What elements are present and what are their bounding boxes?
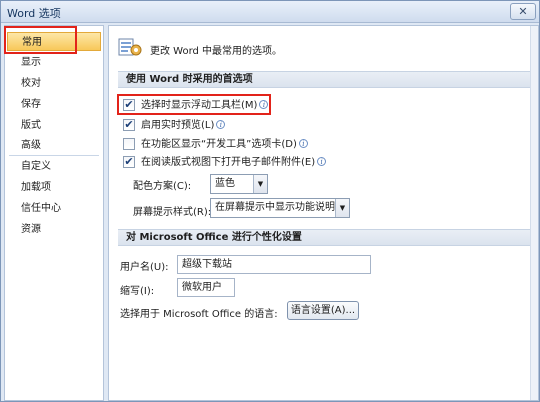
email-attachments-checkbox[interactable]: ✔ <box>123 156 135 168</box>
info-icon[interactable]: i <box>317 157 327 166</box>
developer-tab-checkbox[interactable] <box>123 138 135 150</box>
initials-label: 缩写(I): <box>120 286 155 297</box>
section-header-personalize: 对 Microsoft Office 进行个性化设置 <box>118 229 532 246</box>
language-label: 选择用于 Microsoft Office 的语言: <box>120 309 278 320</box>
close-button[interactable]: ✕ <box>510 3 536 20</box>
color-scheme-value: 蓝色 <box>215 178 235 189</box>
tooltip-style-select[interactable]: 在屏幕提示中显示功能说明 ▼ <box>210 198 350 218</box>
annotation-highlight-floating-toolbar <box>117 94 271 115</box>
live-preview-checkbox[interactable]: ✔ <box>123 119 135 131</box>
sidebar-item-save[interactable]: 保存 <box>7 95 101 114</box>
options-sidebar: 常用 显示 校对 保存 版式 高级 自定义 加载项 信任中心 资源 <box>4 25 104 401</box>
content-scrollbar[interactable] <box>530 26 538 400</box>
options-header-icon <box>118 38 142 56</box>
username-label: 用户名(U): <box>120 262 169 273</box>
color-scheme-label: 配色方案(C): <box>133 181 192 192</box>
sidebar-item-add-ins[interactable]: 加载项 <box>7 178 101 197</box>
chevron-down-icon: ▼ <box>253 175 267 193</box>
username-input[interactable]: 超级下载站 <box>177 255 371 274</box>
tooltip-style-label: 屏幕提示样式(R): <box>133 207 212 218</box>
sidebar-item-display[interactable]: 显示 <box>7 53 101 72</box>
annotation-highlight-popular <box>4 26 77 54</box>
tooltip-style-value: 在屏幕提示中显示功能说明 <box>215 202 335 213</box>
live-preview-label: 启用实时预览(L) <box>141 120 215 131</box>
sidebar-item-resources[interactable]: 资源 <box>7 220 101 239</box>
info-icon[interactable]: i <box>298 139 308 148</box>
email-attachments-label: 在阅读版式视图下打开电子邮件附件(E) <box>141 157 316 168</box>
initials-input[interactable]: 微软用户 <box>177 278 235 297</box>
info-icon[interactable]: i <box>216 120 226 129</box>
sidebar-item-trust-center[interactable]: 信任中心 <box>7 199 101 218</box>
developer-tab-label: 在功能区显示“开发工具”选项卡(D) <box>141 139 297 150</box>
section-header-preferences: 使用 Word 时采用的首选项 <box>118 71 532 88</box>
title-bar: Word 选项 ✕ <box>1 1 539 23</box>
color-scheme-select[interactable]: 蓝色 ▼ <box>210 174 268 194</box>
window-title: Word 选项 <box>7 7 61 20</box>
sidebar-item-layout[interactable]: 版式 <box>7 116 101 135</box>
options-header-text: 更改 Word 中最常用的选项。 <box>150 46 283 57</box>
sidebar-item-proofing[interactable]: 校对 <box>7 74 101 93</box>
options-content-panel: 更改 Word 中最常用的选项。 使用 Word 时采用的首选项 ✔ 选择时显示… <box>108 25 539 401</box>
language-settings-button[interactable]: 语言设置(A)... <box>287 301 359 320</box>
close-icon: ✕ <box>518 5 528 18</box>
chevron-down-icon: ▼ <box>335 199 349 217</box>
sidebar-divider <box>9 155 99 156</box>
sidebar-item-advanced[interactable]: 高级 <box>7 136 101 155</box>
sidebar-item-customize[interactable]: 自定义 <box>7 157 101 176</box>
word-options-window: Word 选项 ✕ 常用 显示 校对 保存 版式 高级 自定义 加载项 信任中心… <box>0 0 540 402</box>
